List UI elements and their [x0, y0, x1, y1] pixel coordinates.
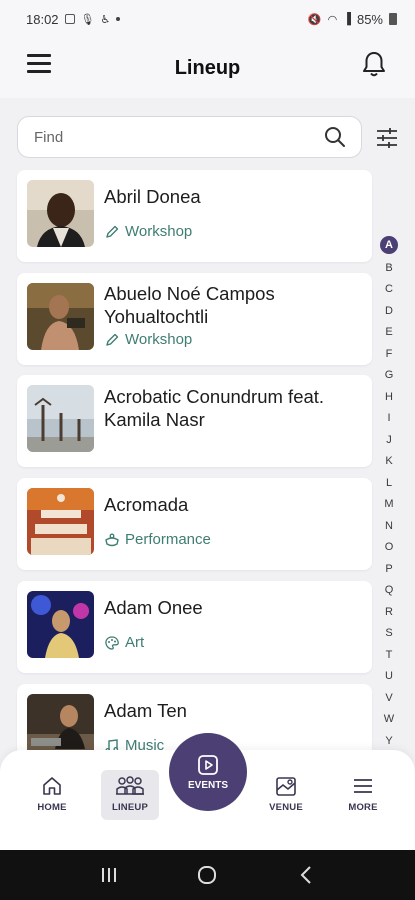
status-right: 🔇 ◠ ▐ 85%	[308, 12, 397, 27]
alphabet-letter-s[interactable]: S	[380, 623, 398, 645]
lineup-card[interactable]: Acrobatic Conundrum feat. Kamila Nasr	[17, 375, 372, 467]
nav-venue-label: VENUE	[269, 802, 303, 813]
lineup-card[interactable]: Adam Onee Art	[17, 581, 372, 673]
app-header: Lineup	[0, 38, 415, 98]
artist-name: Adam Onee	[104, 597, 203, 618]
search-icon[interactable]	[323, 125, 347, 149]
artist-photo	[27, 283, 94, 350]
alphabet-letter-a[interactable]: A	[380, 236, 398, 254]
alphabet-letter-m[interactable]: M	[380, 494, 398, 516]
status-time: 18:02	[26, 11, 59, 27]
lineup-card[interactable]: Acromada Performance	[17, 478, 372, 570]
category-label: Performance	[125, 531, 211, 548]
artist-photo	[27, 180, 94, 247]
category-tag: Workshop	[104, 331, 192, 348]
menu-icon[interactable]	[27, 53, 51, 73]
alphabet-letter-r[interactable]: R	[380, 602, 398, 624]
signal-icon: ▐	[343, 13, 351, 25]
status-bar: 18:02 🎙 ♿ 🔇 ◠ ▐ 85%	[0, 0, 415, 38]
search-bar	[17, 116, 362, 158]
artist-name: Adam Ten	[104, 700, 187, 721]
system-nav-bar	[0, 850, 415, 900]
mic-notification-icon: 🎙	[80, 13, 95, 26]
nav-venue[interactable]: VENUE	[257, 770, 315, 820]
alphabet-letter-i[interactable]: I	[380, 408, 398, 430]
alphabet-letter-d[interactable]: D	[380, 301, 398, 323]
alphabet-letter-k[interactable]: K	[380, 451, 398, 473]
artist-photo	[27, 591, 94, 658]
alphabet-letter-b[interactable]: B	[380, 258, 398, 280]
artist-name: Acrobatic Conundrum feat. Kamila Nasr	[104, 386, 325, 430]
nav-lineup-label: LINEUP	[111, 802, 149, 813]
lineup-people-icon	[116, 776, 144, 795]
alphabet-letter-f[interactable]: F	[380, 344, 398, 366]
more-menu-icon	[354, 779, 372, 793]
alphabet-letter-y[interactable]: Y	[380, 731, 398, 753]
wifi-icon: ◠	[327, 13, 338, 26]
category-tag: Performance	[104, 531, 211, 548]
performance-icon	[105, 533, 119, 546]
more-notifications-icon	[116, 17, 121, 21]
alphabet-letter-l[interactable]: L	[380, 473, 398, 495]
alphabet-letter-q[interactable]: Q	[380, 580, 398, 602]
artist-photo	[27, 385, 94, 452]
category-tag: Workshop	[104, 223, 192, 240]
alphabet-letter-p[interactable]: P	[380, 559, 398, 581]
play-icon	[198, 755, 218, 775]
filter-sliders-icon[interactable]	[375, 126, 399, 150]
pencil-icon	[106, 225, 119, 238]
accessibility-notification-icon: ♿	[100, 13, 111, 26]
alphabet-letter-u[interactable]: U	[380, 666, 398, 688]
status-left: 18:02 🎙 ♿	[26, 11, 121, 27]
alphabet-letter-e[interactable]: E	[380, 322, 398, 344]
nav-lineup[interactable]: LINEUP	[101, 770, 159, 820]
battery-icon	[389, 13, 397, 25]
category-tag: Art	[104, 634, 144, 651]
artist-name: Abril Donea	[104, 186, 201, 207]
alphabet-letter-v[interactable]: V	[380, 688, 398, 710]
lineup-card[interactable]: Abril Donea Workshop	[17, 170, 372, 262]
alphabet-letter-g[interactable]: G	[380, 365, 398, 387]
alphabet-letter-j[interactable]: J	[380, 430, 398, 452]
artist-name: Abuelo Noé Campos Yohualtochtli	[104, 283, 275, 327]
notifications-bell-icon[interactable]	[361, 50, 387, 78]
artist-name: Acromada	[104, 494, 189, 515]
home-circle-icon[interactable]	[192, 860, 222, 890]
category-label: Workshop	[125, 223, 193, 240]
nav-more-label: MORE	[348, 802, 378, 813]
home-icon	[43, 777, 61, 795]
nav-home[interactable]: HOME	[23, 770, 81, 820]
alphabet-letter-c[interactable]: C	[380, 279, 398, 301]
battery-percent: 85%	[356, 11, 383, 27]
gallery-notification-icon	[64, 14, 75, 24]
search-input[interactable]	[34, 128, 323, 146]
lineup-card[interactable]: Abuelo Noé Campos Yohualtochtli Workshop	[17, 273, 372, 365]
mute-icon: 🔇	[307, 13, 322, 26]
events-button[interactable]: EVENTS	[169, 733, 247, 811]
recent-apps-icon[interactable]	[94, 860, 124, 890]
alphabet-letter-t[interactable]: T	[380, 645, 398, 667]
category-label: Art	[125, 634, 145, 651]
pencil-icon	[106, 333, 119, 346]
alphabet-letter-o[interactable]: O	[380, 537, 398, 559]
alphabet-letter-h[interactable]: H	[380, 387, 398, 409]
artist-photo	[27, 488, 94, 555]
category-label: Workshop	[125, 331, 193, 348]
alphabet-index: A B C D E F G H I J K L M N O P Q R S T …	[380, 236, 398, 752]
palette-icon	[105, 635, 119, 650]
alphabet-letter-w[interactable]: W	[380, 709, 398, 731]
back-icon[interactable]	[291, 860, 321, 890]
nav-more[interactable]: MORE	[334, 770, 392, 820]
venue-map-icon	[276, 777, 296, 796]
nav-home-label: HOME	[37, 802, 67, 813]
page-title: Lineup	[174, 56, 241, 79]
events-label: EVENTS	[187, 780, 228, 791]
alphabet-letter-n[interactable]: N	[380, 516, 398, 538]
